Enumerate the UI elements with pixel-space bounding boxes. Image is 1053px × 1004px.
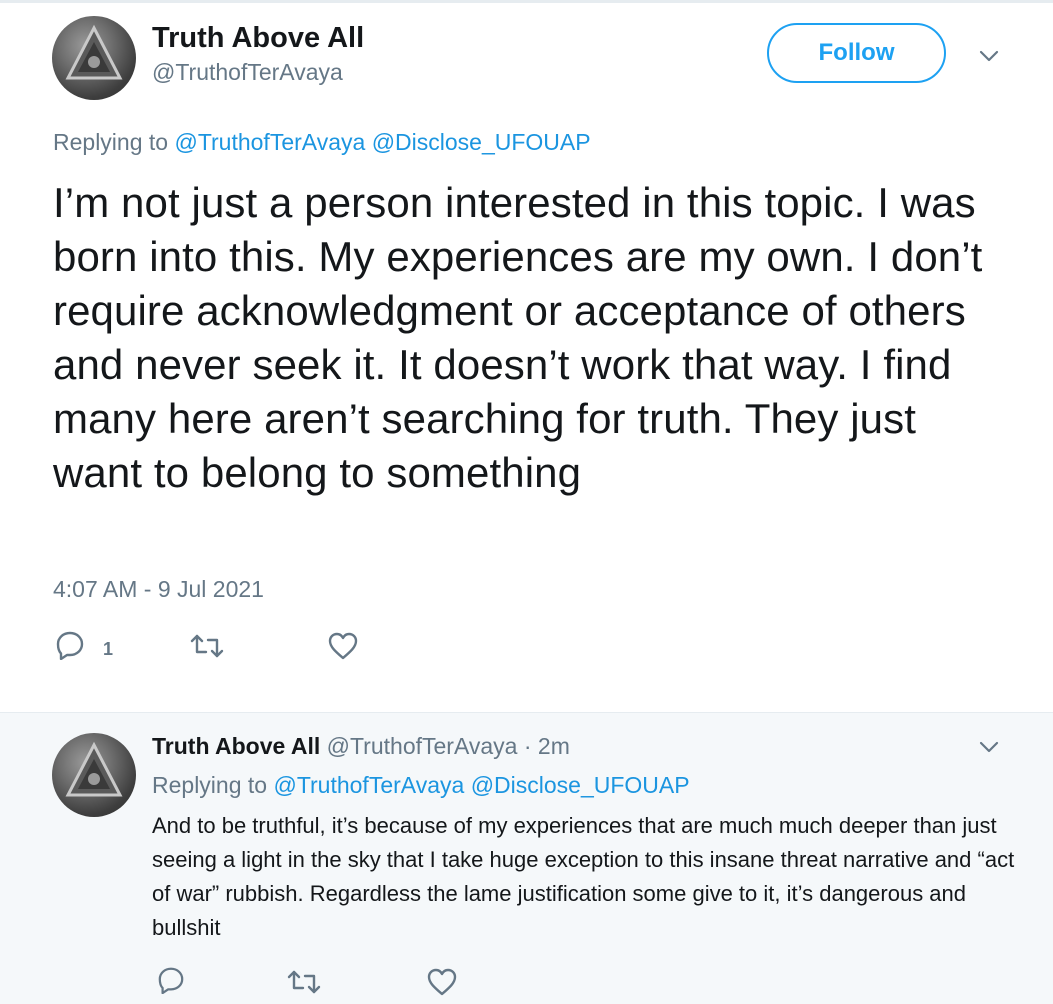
reply-tweet-reply-button[interactable] (157, 966, 185, 994)
avatar-icon (65, 24, 123, 80)
reply-tweet-like-button[interactable] (427, 968, 457, 996)
retweet-icon (287, 970, 321, 994)
replying-handle-2[interactable]: @Disclose_UFOUAP (372, 129, 591, 155)
replying-handle-1[interactable]: @TruthofTerAvaya (273, 772, 464, 798)
avatar-icon (65, 741, 123, 797)
chevron-down-icon (979, 741, 999, 753)
reply-replying-to: Replying to @TruthofTerAvaya @Disclose_U… (152, 770, 690, 800)
like-button[interactable] (328, 632, 358, 660)
main-timestamp[interactable]: 4:07 AM - 9 Jul 2021 (53, 574, 264, 604)
reply-header: Truth Above All @TruthofTerAvaya · 2m (152, 731, 570, 761)
retweet-button[interactable] (190, 632, 224, 660)
main-author-name[interactable]: Truth Above All (152, 20, 364, 56)
like-icon (427, 968, 457, 996)
replying-handle-2[interactable]: @Disclose_UFOUAP (471, 772, 690, 798)
reply-tweet-retweet-button[interactable] (287, 968, 321, 996)
reply-separator: · (523, 733, 532, 759)
replying-prefix: Replying to (53, 129, 169, 155)
main-menu-button[interactable] (978, 45, 1000, 67)
top-divider (0, 0, 1053, 3)
main-avatar[interactable] (52, 16, 136, 100)
main-replying-to: Replying to @TruthofTerAvaya @Disclose_U… (53, 127, 591, 157)
reply-count: 1 (103, 639, 114, 659)
reply-author-name[interactable]: Truth Above All (152, 733, 320, 759)
main-tweet-text: I’m not just a person interested in this… (53, 179, 983, 496)
reply-icon (158, 967, 184, 994)
reply-icon (56, 631, 84, 660)
reply-time[interactable]: 2m (538, 733, 570, 759)
like-icon (328, 632, 358, 660)
follow-button[interactable]: Follow (767, 23, 946, 83)
reply-avatar[interactable] (52, 733, 136, 817)
chevron-down-icon (979, 50, 999, 62)
reply-menu-button[interactable] (978, 736, 1000, 758)
replying-handle-1[interactable]: @TruthofTerAvaya (174, 129, 365, 155)
reply-author-handle[interactable]: @TruthofTerAvaya (327, 733, 518, 759)
reply-button[interactable] (55, 630, 85, 660)
reply-tweet-text: And to be truthful, it’s because of my e… (152, 813, 1015, 940)
retweet-icon (190, 634, 224, 658)
replying-prefix: Replying to (152, 772, 268, 798)
main-author-handle[interactable]: @TruthofTerAvaya (152, 57, 343, 87)
